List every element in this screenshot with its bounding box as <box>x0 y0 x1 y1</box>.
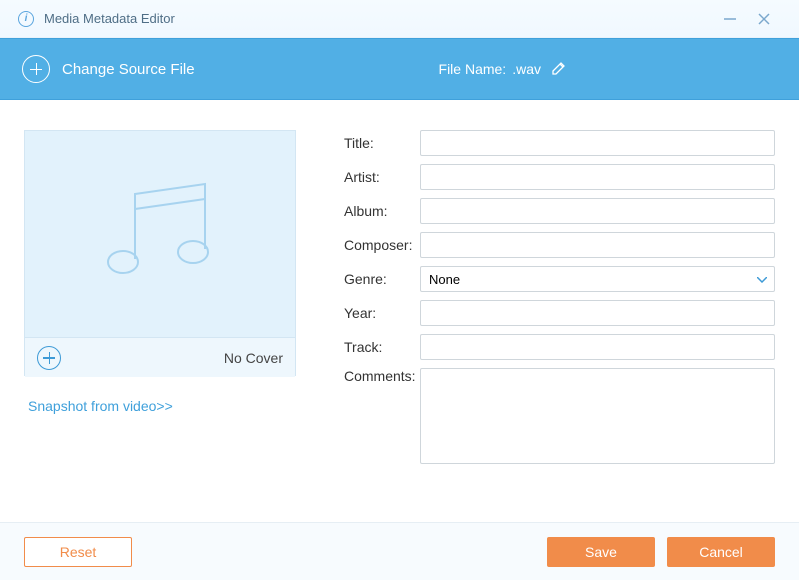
title-label: Title: <box>344 135 420 151</box>
music-note-icon <box>95 174 225 294</box>
cover-art-placeholder <box>25 131 295 337</box>
genre-select[interactable] <box>420 266 775 292</box>
save-button[interactable]: Save <box>547 537 655 567</box>
form-column: Title: Artist: Album: Composer: Genre: Y <box>296 130 775 472</box>
close-button[interactable] <box>747 4 781 34</box>
year-input[interactable] <box>420 300 775 326</box>
artist-input[interactable] <box>420 164 775 190</box>
info-icon: i <box>18 11 34 27</box>
track-label: Track: <box>344 339 420 355</box>
no-cover-label: No Cover <box>224 350 283 366</box>
minimize-button[interactable] <box>713 4 747 34</box>
edit-filename-icon[interactable] <box>551 60 567 79</box>
composer-label: Composer: <box>344 237 420 253</box>
track-input[interactable] <box>420 334 775 360</box>
window-title: Media Metadata Editor <box>44 11 175 26</box>
plus-icon[interactable] <box>22 55 50 83</box>
comments-label: Comments: <box>344 368 420 384</box>
artist-label: Artist: <box>344 169 420 185</box>
footer: Reset Save Cancel <box>0 522 799 580</box>
title-input[interactable] <box>420 130 775 156</box>
comments-input[interactable] <box>420 368 775 464</box>
file-name-value: .wav <box>512 61 541 77</box>
change-source-button[interactable]: Change Source File <box>62 61 195 78</box>
cancel-button[interactable]: Cancel <box>667 537 775 567</box>
add-cover-button[interactable] <box>37 346 61 370</box>
titlebar: i Media Metadata Editor <box>0 0 799 38</box>
snapshot-from-video-link[interactable]: Snapshot from video>> <box>24 398 296 414</box>
composer-input[interactable] <box>420 232 775 258</box>
reset-button[interactable]: Reset <box>24 537 132 567</box>
file-name-label: File Name: <box>439 61 507 77</box>
year-label: Year: <box>344 305 420 321</box>
cover-column: No Cover Snapshot from video>> <box>24 130 296 472</box>
toolbar: Change Source File File Name: .wav <box>0 38 799 100</box>
album-label: Album: <box>344 203 420 219</box>
album-input[interactable] <box>420 198 775 224</box>
file-name-group: File Name: .wav <box>439 60 567 79</box>
cover-box: No Cover <box>24 130 296 376</box>
cover-bar: No Cover <box>25 337 295 377</box>
content: No Cover Snapshot from video>> Title: Ar… <box>0 100 799 472</box>
genre-label: Genre: <box>344 271 420 287</box>
